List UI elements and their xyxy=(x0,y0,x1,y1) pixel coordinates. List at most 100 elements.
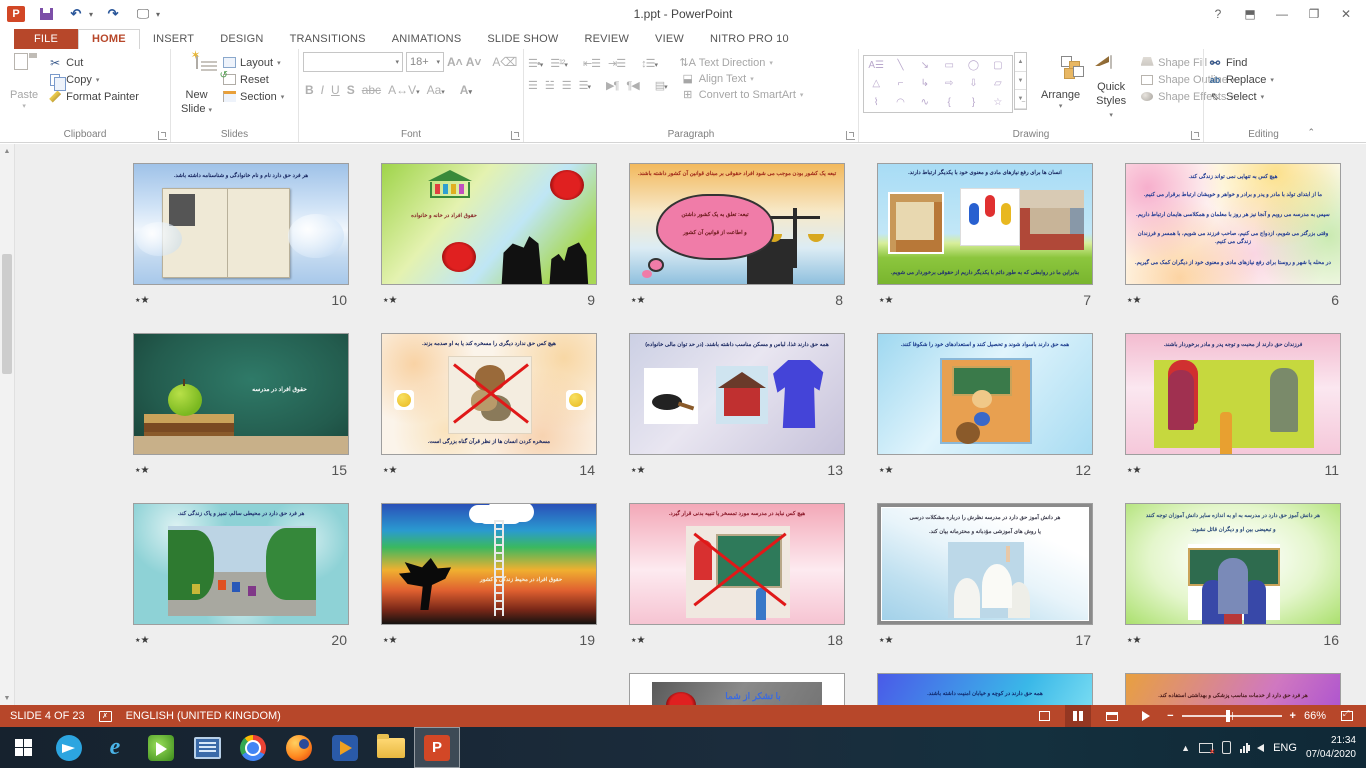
italic-icon[interactable]: I xyxy=(321,83,324,97)
quick-styles-button[interactable]: Quick Styles ▾ xyxy=(1090,52,1132,126)
shapes-more-icon[interactable]: ▼̲ xyxy=(1015,90,1026,109)
zoom-slider[interactable] xyxy=(1182,715,1282,717)
slide-thumbnail[interactable]: همه حق دارند غذا، لباس و مسکن مناسب داشت… xyxy=(629,333,845,455)
close-button[interactable]: ✕ xyxy=(1332,4,1360,24)
clipboard-dialog-launcher-icon[interactable] xyxy=(158,131,167,140)
media-player-icon[interactable] xyxy=(322,727,368,768)
slide-thumbnail[interactable]: هر فرد حق دارد از خدمات مناسب پزشکی و به… xyxy=(1125,673,1341,705)
ltr-direction-icon[interactable]: ▶¶ xyxy=(606,79,618,92)
scroll-up-icon[interactable]: ▲ xyxy=(4,144,11,158)
start-from-beginning-icon[interactable]: 🖵 xyxy=(133,5,153,23)
decrease-indent-icon[interactable]: ⇤☰ xyxy=(583,57,600,70)
slide-sorter-view-icon[interactable] xyxy=(1065,705,1091,727)
tab-review[interactable]: REVIEW xyxy=(571,30,642,49)
grow-font-icon[interactable]: A˄ xyxy=(447,55,463,69)
normal-view-icon[interactable] xyxy=(1031,705,1057,727)
slide-thumbnail[interactable]: هیچ کس به تنهایی نمی تواند زندگی کند.ما … xyxy=(1125,163,1341,285)
font-size-combo[interactable]: 18+▾ xyxy=(406,52,444,72)
tab-file[interactable]: FILE xyxy=(14,29,78,49)
vertical-scrollbar[interactable]: ▲ ▼ xyxy=(0,144,15,705)
slide-thumbnail[interactable]: همه حق دارند در کوچه و خیابان امنیت داشت… xyxy=(877,673,1093,705)
select-button[interactable]: ⇖ Select▾ xyxy=(1208,90,1274,103)
align-left-icon[interactable]: ☰ xyxy=(528,79,537,92)
tab-design[interactable]: DESIGN xyxy=(207,30,276,49)
zoom-out-icon[interactable]: − xyxy=(1167,710,1173,722)
file-explorer-icon[interactable] xyxy=(368,727,414,768)
scrollbar-thumb[interactable] xyxy=(2,254,12,374)
on-screen-keyboard-icon[interactable] xyxy=(184,727,230,768)
text-direction-button[interactable]: ⇅A Text Direction▾ xyxy=(681,56,804,69)
character-spacing-icon[interactable]: A↔V▾ xyxy=(388,83,420,97)
increase-indent-icon[interactable]: ⇥☰ xyxy=(608,57,625,70)
save-icon[interactable] xyxy=(36,5,56,23)
chrome-icon[interactable] xyxy=(230,727,276,768)
spellcheck-icon[interactable]: ✗ xyxy=(99,711,112,722)
strikethrough-icon[interactable]: abc xyxy=(362,83,381,97)
minimize-button[interactable]: — xyxy=(1268,4,1296,24)
align-right-icon[interactable]: ☰ xyxy=(562,79,571,92)
start-button[interactable] xyxy=(0,727,46,768)
font-dialog-launcher-icon[interactable] xyxy=(511,131,520,140)
columns-icon[interactable]: ▤▾ xyxy=(655,79,667,92)
reading-view-icon[interactable] xyxy=(1099,705,1125,727)
tab-home[interactable]: HOME xyxy=(78,29,140,49)
text-shadow-icon[interactable]: S xyxy=(347,83,355,97)
paste-button[interactable]: Paste ▾ xyxy=(4,52,44,126)
slide-thumbnail[interactable]: حقوق افراد در محیط زندگی و کشور xyxy=(381,503,597,625)
firefox-icon[interactable] xyxy=(276,727,322,768)
customize-qat-icon[interactable]: ▾ xyxy=(156,10,160,19)
shrink-font-icon[interactable]: A˅ xyxy=(466,55,482,69)
clear-formatting-icon[interactable]: A⌫ xyxy=(492,55,517,69)
shapes-gallery[interactable]: A☰╲↘▭◯▢ △⌐↳⇨⇩▱ ⌇◠∿{}☆ xyxy=(863,55,1013,113)
format-painter-button[interactable]: Format Painter xyxy=(48,90,139,103)
slide-thumbnail[interactable]: هیچ کس نباید در مدرسه مورد تمسخر یا تنبی… xyxy=(629,503,845,625)
clock[interactable]: 21:34 07/04/2020 xyxy=(1306,734,1356,761)
tab-view[interactable]: VIEW xyxy=(642,30,697,49)
bullets-icon[interactable]: ☰•▾ xyxy=(528,57,542,70)
font-name-combo[interactable]: ▾ xyxy=(303,52,403,72)
font-color-icon[interactable]: A▾ xyxy=(460,83,472,97)
tab-insert[interactable]: INSERT xyxy=(140,30,207,49)
ribbon-display-options-icon[interactable]: ⬒ xyxy=(1236,4,1264,24)
language-indicator[interactable]: ENGLISH (UNITED KINGDOM) xyxy=(126,710,281,722)
volume-icon[interactable] xyxy=(1257,744,1264,752)
slide-thumbnail[interactable]: تبعه یک کشور بودن موجب می شود افراد حقوق… xyxy=(629,163,845,285)
input-language[interactable]: ENG xyxy=(1273,742,1297,754)
powerpoint-taskbar-icon[interactable]: P xyxy=(414,727,460,768)
find-button[interactable]: ⚯ Find xyxy=(1208,56,1274,69)
tab-transitions[interactable]: TRANSITIONS xyxy=(277,30,379,49)
convert-to-smartart-button[interactable]: ⊞ Convert to SmartArt▾ xyxy=(681,88,804,101)
slide-thumbnail[interactable]: هیچ کس حق ندارد دیگری را مسخره کند یا به… xyxy=(381,333,597,455)
undo-dropdown-icon[interactable]: ▾ xyxy=(89,10,93,19)
help-icon[interactable]: ? xyxy=(1204,4,1232,24)
paragraph-dialog-launcher-icon[interactable] xyxy=(846,131,855,140)
bold-icon[interactable]: B xyxy=(305,83,314,97)
arrange-button[interactable]: Arrange ▾ xyxy=(1035,52,1086,126)
numbering-icon[interactable]: ☰¹²▾ xyxy=(550,57,567,70)
cut-button[interactable]: ✂ Cut xyxy=(48,56,139,69)
line-spacing-icon[interactable]: ↕☰▾ xyxy=(641,57,657,70)
hidden-icons-arrow[interactable]: ▲ xyxy=(1181,743,1190,753)
action-center-icon[interactable] xyxy=(1199,743,1213,753)
paste-dropdown-icon[interactable]: ▾ xyxy=(22,103,26,112)
scroll-down-icon[interactable]: ▼ xyxy=(4,691,11,705)
slide-thumbnail[interactable]: همه حق دارند باسواد شوند و تحصیل کنند و … xyxy=(877,333,1093,455)
change-case-icon[interactable]: Aa▾ xyxy=(427,83,445,97)
align-center-icon[interactable]: ☱ xyxy=(545,79,554,92)
device-icon[interactable] xyxy=(1222,741,1231,754)
tab-nitro-pro[interactable]: NITRO PRO 10 xyxy=(697,30,802,49)
zoom-level[interactable]: 66% xyxy=(1304,710,1326,722)
slide-thumbnail[interactable]: انسان ها برای رفع نیازهای مادی و معنوی خ… xyxy=(877,163,1093,285)
rtl-direction-icon[interactable]: ¶◀ xyxy=(626,79,638,92)
slide-thumbnail[interactable]: حقوق افراد در خانه و خانواده xyxy=(381,163,597,285)
zoom-in-icon[interactable]: + xyxy=(1290,710,1296,722)
tab-animations[interactable]: ANIMATIONS xyxy=(379,30,475,49)
slide-thumbnail[interactable]: هر فرد حق دارد در محیطی سالم، تمیز و پاک… xyxy=(133,503,349,625)
slide-thumbnail[interactable]: هر دانش آموز حق دارد در مدرسه نظرش را در… xyxy=(877,503,1093,625)
fit-to-window-icon[interactable] xyxy=(1334,705,1360,727)
layout-button[interactable]: Layout▾ xyxy=(222,56,284,69)
collapse-ribbon-icon[interactable]: ⌃ xyxy=(1307,127,1315,138)
section-button[interactable]: Section▾ xyxy=(222,90,284,103)
drawing-dialog-launcher-icon[interactable] xyxy=(1191,131,1200,140)
internet-explorer-icon[interactable]: e xyxy=(92,727,138,768)
